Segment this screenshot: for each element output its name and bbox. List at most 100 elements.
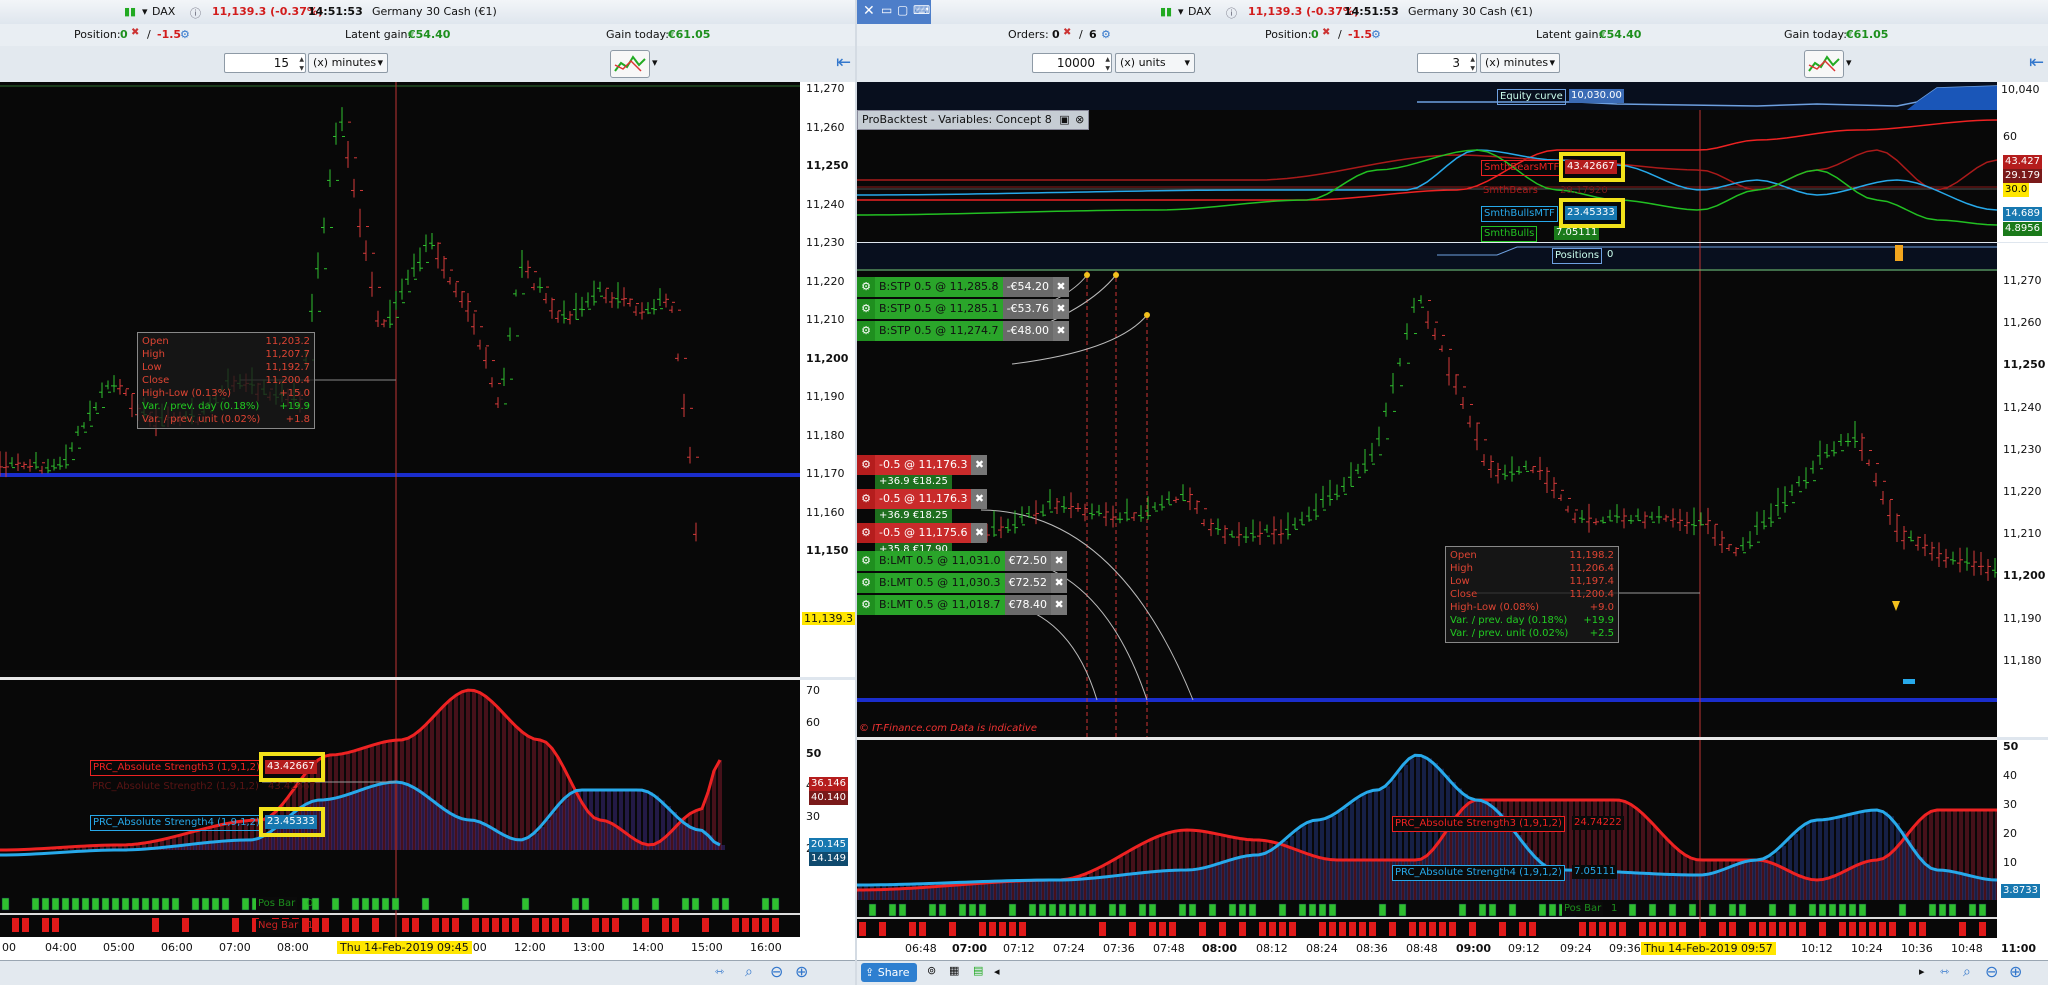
order-tag[interactable]: ⚙ -0.5 @ 11,176.3 ✖ +36.9 €18.25: [857, 489, 988, 523]
settings-icon[interactable]: ⚙: [1371, 28, 1381, 41]
minimize-icon[interactable]: ▭: [881, 3, 892, 17]
variable-value: 23.45333: [1565, 206, 1617, 220]
cancel-order-icon[interactable]: ✖: [971, 523, 988, 543]
scroll-icon[interactable]: ⇿: [1940, 965, 1949, 978]
price-change: 11,139.3 (-0.37%): [212, 5, 323, 18]
cancel-order-icon[interactable]: ✖: [1053, 321, 1070, 341]
period-stepper[interactable]: 3: [1417, 53, 1477, 73]
indicator-panel[interactable]: PRC_Absolute Strength3 (1,9,1,2) 24.7422…: [857, 740, 1997, 900]
backtest-variables-panel[interactable]: ProBacktest - Variables: Concept 8 ▣ ⊗ S…: [857, 110, 1997, 242]
symbol-label[interactable]: DAX: [152, 5, 175, 18]
indicators-icon[interactable]: [1804, 50, 1844, 78]
zoom-out-icon[interactable]: ⊖: [770, 962, 783, 981]
close-position-icon[interactable]: ✖: [131, 27, 139, 38]
copyright-text: © IT-Finance.com Data is indicative: [859, 723, 1037, 734]
equity-curve-panel[interactable]: Equity curve 10,030.00: [857, 82, 1997, 110]
dropdown-arrow-icon[interactable]: ▾: [142, 5, 148, 18]
order-tag[interactable]: ⚙ -0.5 @ 11,175.6 ✖ +35.8 €17.90: [857, 523, 988, 557]
camera-icon[interactable]: ⊚: [927, 964, 936, 977]
price-axis: 11,270 11,260 11,250 11,240 11,230 11,220 11,2…: [1997, 271, 2048, 737]
zoom-out-icon[interactable]: ⊖: [1985, 962, 1998, 981]
order-menu-icon[interactable]: ⚙: [857, 523, 875, 543]
scroll-right-icon[interactable]: ▸: [1919, 965, 1925, 978]
order-tag[interactable]: ⚙ B:STP 0.5 @ 11,274.7 -€48.00 ✖: [857, 321, 1070, 341]
info-icon[interactable]: ⓘ: [190, 5, 201, 21]
calendar-icon[interactable]: ▦: [949, 964, 959, 977]
window-icon[interactable]: ▣: [1059, 113, 1069, 126]
indicators-dropdown-icon[interactable]: ▾: [652, 56, 658, 69]
indicator-panel[interactable]: PRC_Absolute Strength3 (1,9,1,2) PRC_Abs…: [0, 680, 800, 893]
position-bar: Position: 0 ✖ / -1.5 ⚙ Latent gain: €54.…: [0, 24, 855, 47]
right-chart-window: ✕ ▭ ▢ ⌨ ▮▮ ▾ DAX ⓘ 11,139.3 (-0.37%) 14:…: [857, 0, 2048, 985]
order-menu-icon[interactable]: ⚙: [857, 455, 875, 475]
order-tag[interactable]: ⚙ -0.5 @ 11,176.3 ✖ +36.9 €18.25: [857, 455, 988, 489]
hide-panel-icon[interactable]: ⇤: [836, 52, 851, 73]
time-label: 09:24: [1560, 942, 1592, 955]
cancel-orders-icon[interactable]: ✖: [1063, 27, 1071, 38]
positions-panel[interactable]: Positions 0: [857, 243, 1997, 271]
tooltip-key: Open: [1450, 550, 1477, 561]
period-unit-select[interactable]: (x) minutes: [308, 53, 388, 73]
cancel-order-icon[interactable]: ✖: [1051, 551, 1068, 571]
zoom-in-icon[interactable]: ⊕: [2009, 962, 2022, 981]
info-icon[interactable]: ⓘ: [1226, 5, 1237, 21]
variable-value: 7.05111: [1554, 226, 1600, 240]
order-menu-icon[interactable]: ⚙: [857, 595, 875, 615]
order-tag[interactable]: ⚙ B:LMT 0.5 @ 11,031.0 €72.50 ✖: [857, 551, 1068, 571]
axis-label: 11,240: [2003, 400, 2042, 414]
close-icon[interactable]: ✕: [863, 3, 875, 19]
order-menu-icon[interactable]: ⚙: [857, 551, 875, 571]
clock-time: 14:51:53: [308, 5, 363, 18]
axis-label: 11,210: [806, 313, 845, 326]
settings-icon[interactable]: ⚙: [1101, 28, 1111, 41]
cancel-order-icon[interactable]: ✖: [1053, 299, 1070, 319]
settings-icon[interactable]: ⚙: [180, 28, 190, 41]
period-stepper[interactable]: 15: [224, 53, 306, 73]
keyboard-icon[interactable]: ⌨: [913, 3, 930, 17]
order-menu-icon[interactable]: ⚙: [857, 573, 875, 593]
cancel-order-icon[interactable]: ✖: [971, 455, 988, 475]
zoom-area-icon[interactable]: ⌕: [1963, 964, 1971, 980]
price-chart[interactable]: Open 11,203.2 High 11,207.7 Low 11,192.7 Close…: [0, 82, 800, 677]
order-tag[interactable]: ⚙ B:LMT 0.5 @ 11,018.7 €78.40 ✖: [857, 595, 1068, 615]
period-unit-select[interactable]: (x) minutes: [1480, 53, 1560, 73]
close-icon[interactable]: ⊗: [1075, 113, 1084, 126]
order-label: -0.5 @ 11,176.3: [875, 455, 972, 475]
position-separator: /: [147, 28, 151, 41]
order-menu-icon[interactable]: ⚙: [857, 321, 875, 341]
share-button[interactable]: ⇪ Share: [861, 963, 917, 982]
cancel-order-icon[interactable]: ✖: [1053, 277, 1070, 297]
screener-icon[interactable]: ▤: [973, 964, 983, 977]
maximize-icon[interactable]: ▢: [897, 3, 908, 17]
highlight-box: 43.42667: [259, 752, 325, 782]
indicators-dropdown-icon[interactable]: ▾: [1846, 56, 1852, 69]
cancel-order-icon[interactable]: ✖: [1051, 573, 1068, 593]
scroll-left-icon[interactable]: ◂: [994, 965, 1000, 978]
order-label: B:LMT 0.5 @ 11,031.0: [875, 551, 1005, 571]
hide-panel-icon[interactable]: ⇤: [2029, 52, 2044, 73]
order-tag[interactable]: ⚙ B:LMT 0.5 @ 11,030.3 €72.52 ✖: [857, 573, 1068, 593]
zoom-area-icon[interactable]: ⌕: [745, 964, 753, 980]
position-value: 0: [120, 28, 128, 41]
units-stepper[interactable]: 10000: [1032, 53, 1112, 73]
zoom-in-icon[interactable]: ⊕: [795, 962, 808, 981]
price-chart[interactable]: ⚙ B:STP 0.5 @ 11,285.8 -€54.20 ✖ ⚙ B:STP 0.5 …: [857, 271, 1997, 737]
order-menu-icon[interactable]: ⚙: [857, 489, 875, 509]
close-position-icon[interactable]: ✖: [1322, 27, 1330, 38]
instrument-icon[interactable]: ▮▮: [124, 5, 136, 18]
units-select[interactable]: (x) units: [1115, 53, 1195, 73]
cancel-order-icon[interactable]: ✖: [971, 489, 988, 509]
symbol-label[interactable]: DAX: [1188, 5, 1211, 18]
order-menu-icon[interactable]: ⚙: [857, 277, 875, 297]
scroll-icon[interactable]: ⇿: [715, 965, 724, 978]
indicators-icon[interactable]: [610, 50, 650, 78]
order-tag[interactable]: ⚙ B:STP 0.5 @ 11,285.8 -€54.20 ✖: [857, 277, 1070, 297]
order-tag[interactable]: ⚙ B:STP 0.5 @ 11,285.1 -€53.76 ✖: [857, 299, 1070, 319]
instrument-icon[interactable]: ▮▮: [1160, 5, 1172, 18]
order-menu-icon[interactable]: ⚙: [857, 299, 875, 319]
position-qty: -1.5: [157, 28, 182, 41]
orders-separator: /: [1079, 28, 1083, 41]
dropdown-arrow-icon[interactable]: ▾: [1178, 5, 1184, 18]
cancel-order-icon[interactable]: ✖: [1051, 595, 1068, 615]
backtest-title-tab[interactable]: ProBacktest - Variables: Concept 8 ▣ ⊗: [857, 110, 1090, 130]
